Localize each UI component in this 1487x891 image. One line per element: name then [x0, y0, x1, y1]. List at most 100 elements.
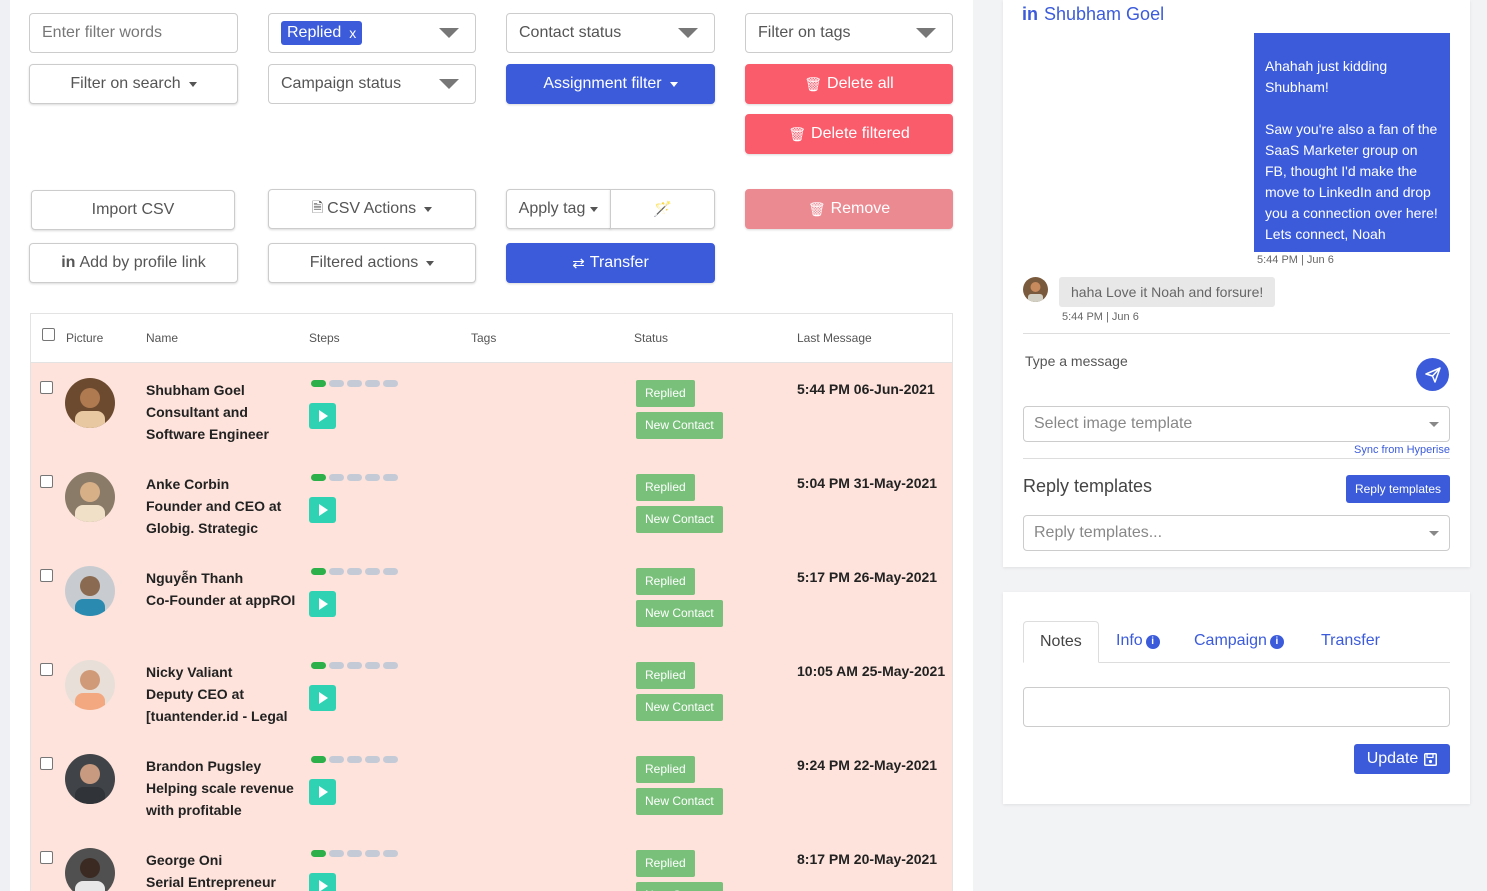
last-message-time: 10:05 AM 25-May-2021	[797, 663, 946, 679]
image-template-select[interactable]: Select image template	[1023, 406, 1450, 442]
campaign-status-select[interactable]: Campaign status	[268, 64, 476, 104]
transfer-button[interactable]: ⇄ Transfer	[506, 243, 715, 283]
status-badge: Replied	[636, 474, 695, 501]
header-name: Name	[146, 331, 179, 345]
row-checkbox[interactable]	[40, 851, 53, 864]
contact-name: Shubham Goel	[1044, 4, 1165, 24]
row-checkbox[interactable]	[40, 475, 53, 488]
tab-transfer[interactable]: Transfer	[1321, 621, 1380, 663]
add-by-profile-link-label: Add by profile link	[79, 254, 206, 271]
caret-down-icon	[426, 260, 435, 266]
table-row[interactable]: George Oni Serial Entrepreneur Replied New…	[31, 833, 952, 891]
replied-filter-select[interactable]: Replied x	[268, 13, 476, 53]
csv-actions-label: CSV Actions	[327, 200, 417, 217]
step-dot-pending	[347, 756, 362, 763]
notes-textarea[interactable]	[1023, 687, 1450, 727]
filter-words-input[interactable]: Enter filter words	[29, 13, 238, 53]
table-row[interactable]: Nicky Valiant Deputy CEO at [tuantender.…	[31, 645, 952, 739]
tab-notes[interactable]: Notes	[1023, 621, 1099, 663]
contact-profile-link[interactable]: in Shubham Goel	[1022, 4, 1164, 25]
avatar	[65, 566, 115, 616]
csv-actions-button[interactable]: 🗎 CSV Actions	[268, 189, 476, 229]
filtered-actions-button[interactable]: Filtered actions	[268, 243, 476, 283]
add-by-profile-link-button[interactable]: in Add by profile link	[29, 243, 238, 283]
contact-name[interactable]: Anke Corbin Founder and CEO at Globig. S…	[146, 473, 306, 539]
info-icon: i	[1145, 635, 1160, 649]
linkedin-icon: in	[61, 254, 76, 271]
image-template-placeholder: Select image template	[1034, 415, 1193, 432]
delete-filtered-button[interactable]: 🗑 Delete filtered	[745, 114, 953, 154]
row-checkbox[interactable]	[40, 663, 53, 676]
contact-status-select[interactable]: Contact status	[506, 13, 715, 53]
remove-button[interactable]: 🗑 Remove	[745, 189, 953, 229]
play-icon[interactable]	[309, 873, 336, 891]
sync-hyperise-link[interactable]: Sync from Hyperise	[1354, 444, 1450, 456]
header-picture: Picture	[66, 331, 104, 345]
transfer-label: Transfer	[589, 254, 649, 271]
contact-name[interactable]: Brandon Pugsley Helping scale revenue wi…	[146, 755, 306, 821]
play-icon[interactable]	[309, 685, 336, 711]
filter-on-search-button[interactable]: Filter on search	[29, 64, 238, 104]
row-checkbox[interactable]	[40, 381, 53, 394]
play-icon[interactable]	[309, 497, 336, 523]
table-row[interactable]: Shubham Goel Consultant and Software Eng…	[31, 363, 952, 457]
step-dot-pending	[347, 474, 362, 481]
apply-tag-button[interactable]: Apply tag	[506, 189, 611, 229]
chevron-down-icon	[439, 79, 459, 89]
step-dot-pending	[365, 474, 380, 481]
play-icon[interactable]	[309, 591, 336, 617]
table-row[interactable]: Brandon Pugsley Helping scale revenue wi…	[31, 739, 952, 833]
chevron-down-icon	[916, 28, 936, 38]
incoming-message: haha Love it Noah and forsure!	[1059, 277, 1276, 307]
last-message-time: 5:04 PM 31-May-2021	[797, 475, 938, 491]
step-dot-pending	[383, 662, 398, 669]
avatar	[65, 378, 115, 428]
step-dot-pending	[383, 850, 398, 857]
send-button[interactable]	[1416, 358, 1449, 391]
tab-info[interactable]: Info i	[1116, 621, 1160, 663]
table-body: Shubham Goel Consultant and Software Eng…	[31, 363, 952, 891]
caret-down-icon	[424, 206, 433, 212]
file-icon: 🗎	[311, 199, 324, 215]
tags-filter-select[interactable]: Filter on tags	[745, 13, 953, 53]
reply-templates-button[interactable]: Reply templates	[1346, 475, 1450, 503]
header-tags: Tags	[471, 331, 497, 345]
status-badge: Replied	[636, 756, 695, 783]
play-icon[interactable]	[309, 779, 336, 805]
delete-filtered-label: Delete filtered	[811, 125, 910, 142]
divider	[1023, 458, 1450, 459]
contacts-table: Picture Name Steps Tags Status Last Mess…	[30, 313, 953, 891]
step-dot-complete	[311, 474, 326, 481]
stage-badge: New Contact	[636, 694, 723, 721]
contact-name[interactable]: George Oni Serial Entrepreneur	[146, 849, 306, 891]
magic-wand-button[interactable]: 🪄	[610, 189, 715, 229]
row-checkbox[interactable]	[40, 757, 53, 770]
contact-status-label: Contact status	[519, 24, 622, 41]
save-icon	[1424, 752, 1438, 766]
chevron-down-icon	[1429, 421, 1439, 427]
update-button[interactable]: Update	[1354, 744, 1450, 774]
contact-name[interactable]: Nicky Valiant Deputy CEO at [tuantender.…	[146, 661, 306, 727]
row-checkbox[interactable]	[40, 569, 53, 582]
play-icon[interactable]	[309, 403, 336, 429]
reply-templates-select[interactable]: Reply templates...	[1023, 515, 1450, 551]
reply-templates-placeholder: Reply templates...	[1034, 524, 1163, 541]
select-all-checkbox[interactable]	[42, 328, 55, 341]
avatar	[65, 660, 115, 710]
assignment-filter-button[interactable]: Assignment filter	[506, 64, 715, 104]
filtered-actions-label: Filtered actions	[309, 254, 419, 271]
contact-name[interactable]: Shubham Goel Consultant and Software Eng…	[146, 379, 306, 445]
message-input[interactable]: Type a message	[1023, 345, 1408, 390]
contact-name[interactable]: Nguyễn Thanh Co-Founder at appROI	[146, 567, 306, 611]
step-dot-complete	[311, 568, 326, 575]
chip-remove-icon[interactable]: x	[349, 25, 356, 41]
table-row[interactable]: Anke Corbin Founder and CEO at Globig. S…	[31, 457, 952, 551]
status-badge: Replied	[636, 380, 695, 407]
outgoing-message: Ahahah just kidding Shubham! Saw you're …	[1254, 33, 1450, 252]
delete-all-button[interactable]: 🗑 Delete all	[745, 64, 953, 104]
import-csv-button[interactable]: Import CSV	[31, 190, 235, 230]
avatar	[65, 472, 115, 522]
tab-campaign[interactable]: Campaign i	[1194, 621, 1284, 663]
table-row[interactable]: Nguyễn Thanh Co-Founder at appROI Replied…	[31, 551, 952, 645]
trash-icon: 🗑	[807, 200, 826, 217]
